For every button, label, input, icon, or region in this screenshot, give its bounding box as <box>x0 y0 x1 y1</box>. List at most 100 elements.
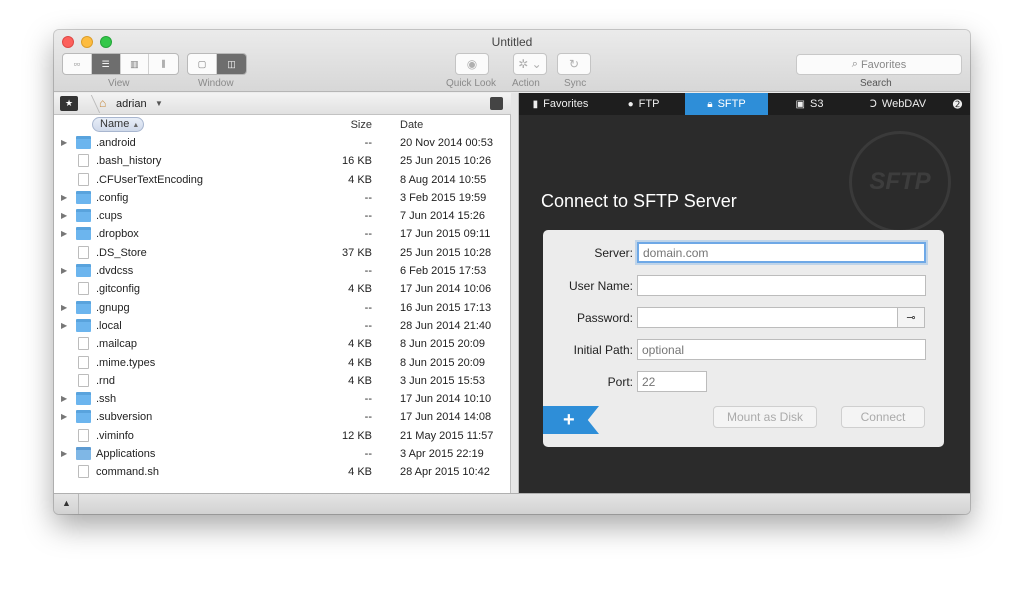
table-row[interactable]: ▶ Applications -- 3 Apr 2015 22:19 <box>54 445 511 463</box>
icon-view-icon[interactable]: ▫▫ <box>63 54 92 74</box>
path-separator <box>79 95 101 113</box>
file-size: -- <box>364 265 372 278</box>
folder-icon <box>76 392 91 406</box>
column-view-icon[interactable]: ▥ <box>121 54 150 74</box>
search-field[interactable]: ⌕ Favorites <box>796 54 962 75</box>
file-date: 3 Jun 2015 15:53 <box>400 374 486 387</box>
tab-sftp[interactable]: 🔒︎ SFTP <box>685 93 768 115</box>
favorites-star-icon[interactable]: ★ <box>60 96 78 111</box>
table-row[interactable]: command.sh 4 KB 28 Apr 2015 10:42 <box>54 463 511 481</box>
disclosure-triangle-icon[interactable]: ▶ <box>61 193 67 202</box>
document-icon <box>78 245 89 259</box>
file-size: -- <box>364 319 372 332</box>
disclosure-triangle-icon[interactable]: ▶ <box>61 394 67 403</box>
file-date: 28 Apr 2015 10:42 <box>400 466 490 479</box>
table-row[interactable]: ▶ .config -- 3 Feb 2015 19:59 <box>54 189 511 207</box>
table-row[interactable]: ▶ .ssh -- 17 Jun 2014 10:10 <box>54 390 511 408</box>
file-size: -- <box>364 448 372 461</box>
view-mode-control[interactable]: ▫▫ ☰ ▥ ⫼ <box>62 53 179 75</box>
tab-s3[interactable]: ▣ S3 <box>768 93 851 115</box>
table-row[interactable]: ▶ .android -- 20 Nov 2014 00:53 <box>54 134 511 152</box>
username-input[interactable] <box>637 275 926 296</box>
sync-button[interactable]: ↻ <box>557 53 591 75</box>
table-row[interactable]: ▶ .dvdcss -- 6 Feb 2015 17:53 <box>54 262 511 280</box>
mount-as-disk-button[interactable]: Mount as Disk <box>713 406 817 428</box>
password-input[interactable] <box>637 307 898 328</box>
table-row[interactable]: ▶ .dropbox -- 17 Jun 2015 09:11 <box>54 225 511 243</box>
file-name: .android <box>96 137 136 149</box>
pane-splitter[interactable] <box>511 93 519 493</box>
file-browser-pane: ★ ⌂ adrian ▼ Name ▲ Size Date ▶ .android -… <box>54 93 511 493</box>
applications-folder-icon <box>76 447 91 461</box>
table-row[interactable]: .gitconfig 4 KB 17 Jun 2014 10:06 <box>54 280 511 298</box>
eject-icon[interactable]: ▲ <box>62 498 71 508</box>
disclosure-triangle-icon[interactable]: ▶ <box>61 211 67 220</box>
file-date: 3 Apr 2015 22:19 <box>400 448 484 461</box>
action-label: Action <box>512 78 540 89</box>
file-date: 17 Jun 2014 14:08 <box>400 411 492 424</box>
table-row[interactable]: .viminfo 12 KB 21 May 2015 11:57 <box>54 427 511 445</box>
more-connections-icon[interactable]: ➋ <box>945 93 970 115</box>
table-row[interactable]: .bash_history 16 KB 25 Jun 2015 10:26 <box>54 152 511 170</box>
disclosure-triangle-icon[interactable]: ▶ <box>61 321 67 330</box>
file-date: 16 Jun 2015 17:13 <box>400 301 492 314</box>
chevron-down-icon[interactable]: ▼ <box>155 99 163 108</box>
quick-look-button[interactable]: ◉ <box>455 53 489 75</box>
folder-icon <box>76 264 91 278</box>
size-column-header[interactable]: Size <box>334 119 372 131</box>
disclosure-triangle-icon[interactable]: ▶ <box>61 412 67 421</box>
connect-title: Connect to SFTP Server <box>541 191 737 211</box>
add-favorite-button[interactable]: + <box>543 406 599 434</box>
titlebar: Untitled ▫▫ ☰ ▥ ⫼ View ▢ ◫ Window ◉ Quic… <box>54 30 970 92</box>
table-row[interactable]: .rnd 4 KB 3 Jun 2015 15:53 <box>54 372 511 390</box>
dual-pane-icon[interactable]: ◫ <box>217 54 246 74</box>
sort-ascending-icon: ▲ <box>132 122 140 129</box>
coverflow-view-icon[interactable]: ⫼ <box>149 54 178 74</box>
file-name: .gitconfig <box>96 283 141 296</box>
disclosure-triangle-icon[interactable]: ▶ <box>61 449 67 458</box>
quick-look-label: Quick Look <box>446 78 497 89</box>
folder-icon <box>76 410 91 424</box>
disclosure-triangle-icon[interactable]: ▶ <box>61 229 67 238</box>
action-button[interactable]: ✲ ⌄ <box>513 53 547 75</box>
name-column-header[interactable]: Name ▲ <box>92 117 144 132</box>
disclosure-triangle-icon[interactable]: ▶ <box>61 266 67 275</box>
file-name: .mime.types <box>96 356 156 369</box>
bottom-divider <box>78 494 79 514</box>
table-row[interactable]: ▶ .subversion -- 17 Jun 2014 14:08 <box>54 408 511 426</box>
disclosure-triangle-icon[interactable]: ▶ <box>61 138 67 147</box>
file-size: 4 KB <box>348 338 372 351</box>
path-folder-name[interactable]: adrian <box>116 98 147 110</box>
file-date: 17 Jun 2014 10:10 <box>400 393 492 406</box>
table-row[interactable]: .CFUserTextEncoding 4 KB 8 Aug 2014 10:55 <box>54 171 511 189</box>
table-row[interactable]: .mailcap 4 KB 8 Jun 2015 20:09 <box>54 335 511 353</box>
port-input[interactable] <box>637 371 707 392</box>
terminal-icon[interactable] <box>490 97 503 110</box>
tab-webdav[interactable]: Ↄ WebDAV <box>851 93 945 115</box>
date-column-header[interactable]: Date <box>400 119 423 131</box>
tab-ftp[interactable]: ● FTP <box>602 93 685 115</box>
disclosure-triangle-icon[interactable]: ▶ <box>61 303 67 312</box>
home-icon: ⌂ <box>99 96 107 110</box>
ftp-icon: ● <box>627 98 634 110</box>
list-view-icon[interactable]: ☰ <box>91 54 121 74</box>
table-row[interactable]: .DS_Store 37 KB 25 Jun 2015 10:28 <box>54 244 511 262</box>
tab-favorites[interactable]: ▮ Favorites <box>519 93 602 115</box>
table-row[interactable]: ▶ .gnupg -- 16 Jun 2015 17:13 <box>54 299 511 317</box>
table-row[interactable]: ▶ .cups -- 7 Jun 2014 15:26 <box>54 207 511 225</box>
initial-path-input[interactable] <box>637 339 926 360</box>
key-icon[interactable]: ⊸ <box>897 307 925 328</box>
server-input[interactable] <box>637 242 926 263</box>
window-label: Window <box>198 78 234 89</box>
window-mode-control[interactable]: ▢ ◫ <box>187 53 247 75</box>
document-icon <box>78 337 89 351</box>
s3-icon: ▣ <box>795 98 805 110</box>
file-name: .cups <box>96 210 123 223</box>
connection-form: Server: User Name: Password: ⊸ Initial P… <box>543 230 944 447</box>
table-row[interactable]: .mime.types 4 KB 8 Jun 2015 20:09 <box>54 354 511 372</box>
folder-icon <box>76 209 91 223</box>
connect-button[interactable]: Connect <box>841 406 925 428</box>
table-row[interactable]: ▶ .local -- 28 Jun 2014 21:40 <box>54 317 511 335</box>
file-date: 17 Jun 2015 09:11 <box>400 228 491 241</box>
single-pane-icon[interactable]: ▢ <box>188 54 217 74</box>
